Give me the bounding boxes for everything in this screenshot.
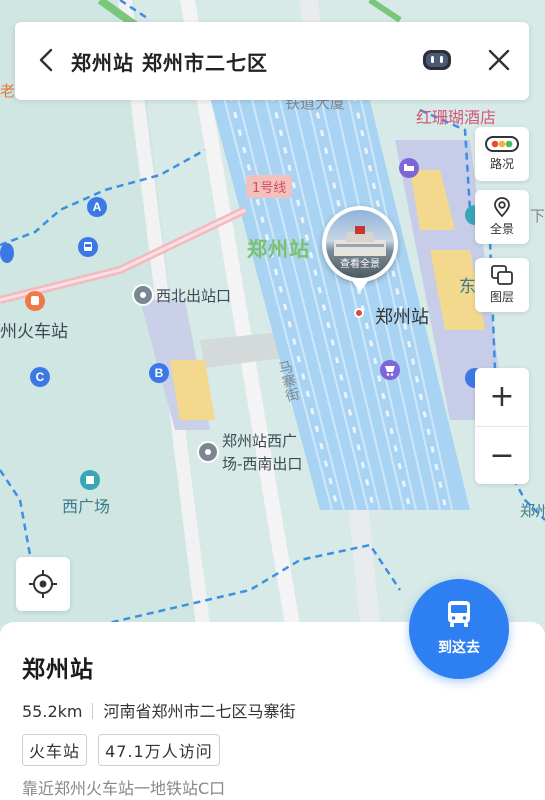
close-icon	[488, 49, 510, 71]
map-label-southwest-exit-1[interactable]: 郑州站西广	[222, 430, 297, 451]
zoom-out-button[interactable]: −	[475, 426, 529, 484]
map-label-railway-station[interactable]: 州火车站	[0, 317, 68, 342]
panorama-photo-marker[interactable]: 查看全景	[322, 206, 398, 282]
locate-icon	[29, 570, 57, 598]
bus-icon	[448, 601, 470, 627]
place-meta: 55.2km 河南省郑州市二七区马寨街	[22, 698, 296, 722]
photo-marker-tail	[350, 278, 370, 292]
layers-icon	[491, 265, 513, 285]
poi-pin-northwest-exit[interactable]	[132, 284, 154, 306]
map-label-partial-right: 郑州	[520, 502, 545, 520]
chevron-left-icon	[39, 48, 53, 72]
poi-pin-southwest-exit[interactable]	[197, 441, 219, 463]
robot-icon	[423, 50, 451, 70]
metro-exit-a-badge[interactable]: A	[87, 197, 107, 217]
go-here-label: 到这去	[438, 640, 480, 656]
map-label-southwest-exit-2[interactable]: 场-西南出口	[222, 453, 302, 474]
zoom-in-button[interactable]: +	[475, 368, 529, 426]
search-query[interactable]: 郑州站 郑州市二七区	[71, 47, 268, 76]
map-label-partial-right-top: 下	[530, 207, 545, 225]
metro-line-tag[interactable]: 1号线	[246, 175, 293, 198]
layers-label: 图层	[489, 290, 514, 304]
panorama-caption: 查看全景	[340, 259, 380, 270]
metro-exit-c-badge[interactable]: C	[30, 367, 50, 387]
hotel-icon[interactable]	[399, 158, 419, 178]
distance-text: 55.2km	[22, 702, 83, 721]
station-marker-label[interactable]: 郑州站	[375, 303, 429, 329]
layers-button[interactable]: 图层	[475, 258, 529, 312]
traffic-button[interactable]: 路况	[475, 127, 529, 181]
railway-station-icon[interactable]	[25, 291, 45, 311]
map-label-northwest-exit[interactable]: 西北出站口	[156, 285, 231, 306]
place-tags: 火车站 47.1万人访问	[22, 734, 226, 766]
locate-button[interactable]	[16, 557, 70, 611]
panorama-label: 全景	[489, 222, 514, 236]
search-bar[interactable]: 郑州站 郑州市二七区	[15, 22, 529, 100]
back-button[interactable]	[29, 42, 65, 78]
panorama-pin-icon	[494, 197, 510, 218]
station-location-dot[interactable]	[354, 308, 364, 318]
close-button[interactable]	[483, 44, 515, 76]
go-here-button[interactable]: 到这去	[409, 579, 509, 679]
station-photo: 查看全景	[326, 210, 394, 278]
traffic-light-icon	[485, 136, 519, 152]
map-label-partial-left: 老	[0, 82, 16, 100]
zoom-control: + −	[475, 368, 529, 484]
square-icon[interactable]	[80, 470, 100, 490]
map-label-hotel[interactable]: 红珊瑚酒店	[416, 104, 496, 128]
bus-stop-icon-partial[interactable]	[0, 243, 14, 263]
meta-divider	[92, 703, 94, 719]
traffic-label: 路况	[489, 157, 514, 171]
shopping-cart-icon[interactable]	[380, 360, 400, 380]
metro-exit-b-badge[interactable]: B	[149, 363, 169, 383]
map-label-station-area: 郑州站	[247, 237, 310, 261]
visits-tag: 47.1万人访问	[98, 734, 220, 766]
map-label-partial-east: 东	[459, 277, 476, 297]
nearby-text: 靠近郑州火车站一地铁站C口	[22, 779, 226, 798]
map-label-west-square[interactable]: 西广场	[62, 493, 110, 517]
place-title: 郑州站	[22, 657, 94, 683]
category-tag: 火车站	[22, 734, 88, 766]
address-text: 河南省郑州市二七区马寨街	[103, 702, 296, 721]
bus-stop-icon[interactable]	[78, 237, 98, 257]
panorama-button[interactable]: 全景	[475, 190, 529, 244]
assistant-button[interactable]	[421, 46, 453, 74]
